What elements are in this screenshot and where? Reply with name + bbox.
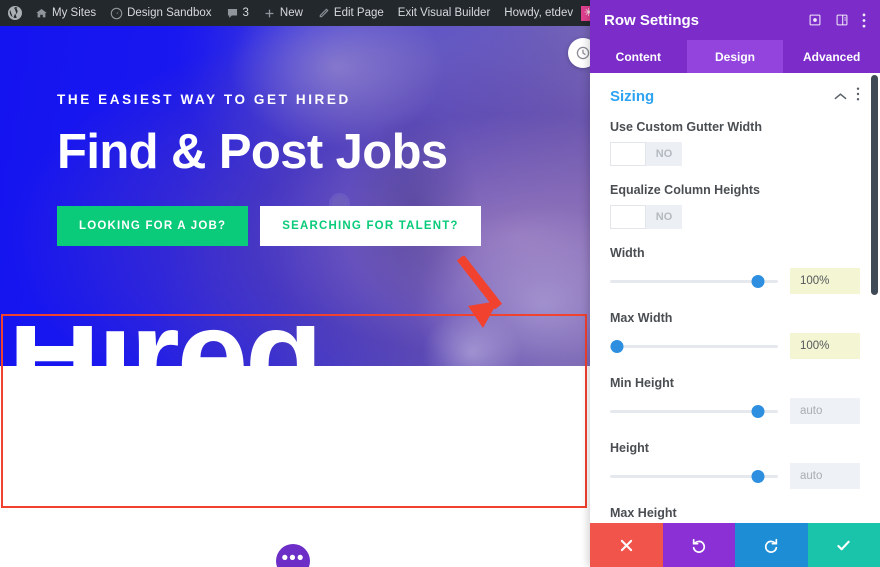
value-min-height[interactable]: auto [790, 398, 860, 424]
slider-row-max-width: 100% [610, 333, 860, 359]
undo-button[interactable] [662, 523, 735, 567]
wordpress-logo-icon [7, 5, 23, 21]
section-header-sizing[interactable]: Sizing [610, 85, 860, 120]
section-tools-sizing [834, 87, 860, 106]
toggle-equalize-column-heights[interactable]: NO [610, 205, 682, 229]
looking-for-a-job-button[interactable]: LOOKING FOR A JOB? [57, 206, 249, 246]
tab-content[interactable]: Content [590, 40, 687, 73]
value-height[interactable]: auto [790, 463, 860, 489]
hero-heading: Find & Post Jobs [57, 125, 448, 179]
slider-row-width: 100% [610, 268, 860, 294]
toggle-use-custom-gutter-width[interactable]: NO [610, 142, 682, 166]
hero-button-row: LOOKING FOR A JOB? SEARCHING FOR TALENT? [57, 206, 590, 246]
row-add-module-button[interactable]: ••• [276, 544, 310, 567]
redo-button[interactable] [735, 523, 808, 567]
label-min-height: Min Height [610, 376, 674, 390]
slider-max-width[interactable] [610, 338, 778, 354]
slider-handle-max-width[interactable] [610, 339, 624, 353]
big-word-row: Hired [0, 326, 590, 436]
plus-icon [263, 7, 276, 20]
builder-screen: THE EASIEST WAY TO GET HIRED Find & Post… [0, 0, 880, 567]
field-max-width: Max Width 100% [610, 311, 860, 359]
panel-header-icons [808, 12, 866, 28]
panel-scrollbar[interactable] [871, 75, 878, 295]
row-settings-panel: Row Settings Content Design Advanced Siz… [590, 0, 880, 567]
adminbar-label-new: New [279, 7, 303, 19]
searching-for-talent-button[interactable]: SEARCHING FOR TALENT? [260, 206, 481, 246]
more-vertical-icon[interactable] [862, 12, 866, 28]
panel-scroll-content: Sizing Use Custom Gutter Width NO Equali… [590, 73, 880, 523]
wp-admin-bar: My Sites Design Sandbox 3 New Edit Page … [0, 0, 623, 26]
panel-action-bar [590, 523, 880, 567]
field-height: Height auto [610, 441, 860, 489]
adminbar-item-design-sandbox[interactable]: Design Sandbox [103, 0, 218, 26]
chevron-up-icon[interactable] [834, 88, 847, 106]
slider-handle-width[interactable] [751, 274, 765, 288]
adminbar-account[interactable]: Howdy, etdev ✳ [497, 0, 603, 26]
adminbar-item-edit-page[interactable]: Edit Page [310, 0, 391, 26]
panel-tabs: Content Design Advanced [590, 40, 880, 73]
field-use-custom-gutter-width: Use Custom Gutter Width NO [610, 120, 860, 166]
label-max-width: Max Width [610, 311, 673, 325]
adminbar-item-my-sites[interactable]: My Sites [28, 0, 103, 26]
pencil-icon [317, 7, 330, 20]
field-max-height: Max Height none [610, 506, 860, 523]
label-max-height: Max Height [610, 506, 677, 520]
label-use-custom-gutter-width: Use Custom Gutter Width [610, 120, 762, 134]
toggle-value-equalize-column-heights: NO [655, 211, 673, 223]
hero-eyebrow: THE EASIEST WAY TO GET HIRED [57, 92, 351, 107]
big-word-text: Hired [8, 326, 323, 427]
value-max-width[interactable]: 100% [790, 333, 860, 359]
slider-handle-height[interactable] [751, 469, 765, 483]
field-min-height: Min Height auto [610, 376, 860, 424]
page-canvas: THE EASIEST WAY TO GET HIRED Find & Post… [0, 26, 590, 567]
adminbar-item-new[interactable]: New [256, 0, 310, 26]
field-equalize-column-heights: Equalize Column Heights NO [610, 183, 860, 229]
panel-body: Sizing Use Custom Gutter Width NO Equali… [590, 73, 880, 523]
label-width: Width [610, 246, 645, 260]
tab-advanced[interactable]: Advanced [783, 40, 880, 73]
layout-icon[interactable] [835, 13, 849, 27]
slider-track [610, 344, 778, 348]
hero-section: THE EASIEST WAY TO GET HIRED Find & Post… [0, 26, 590, 366]
adminbar-howdy-label: Howdy, etdev [504, 7, 574, 19]
adminbar-wp-logo[interactable] [0, 0, 28, 26]
sites-icon [35, 7, 48, 20]
slider-min-height[interactable] [610, 403, 778, 419]
target-icon[interactable] [808, 13, 822, 27]
slider-width[interactable] [610, 273, 778, 289]
field-width: Width 100% [610, 246, 860, 294]
adminbar-label-edit-page: Edit Page [333, 7, 384, 19]
section-more-vertical-icon[interactable] [856, 87, 860, 106]
slider-handle-min-height[interactable] [751, 404, 765, 418]
hero-content: THE EASIEST WAY TO GET HIRED Find & Post… [0, 26, 590, 246]
adminbar-label-my-sites: My Sites [52, 7, 97, 19]
panel-header: Row Settings [590, 0, 880, 40]
section-title-sizing: Sizing [610, 88, 655, 105]
toggle-value-use-custom-gutter-width: NO [655, 148, 673, 160]
toggle-knob [610, 205, 646, 229]
adminbar-label-exit-visual-builder: Exit Visual Builder [397, 7, 491, 19]
cancel-button[interactable] [590, 523, 663, 567]
slider-row-min-height: auto [610, 398, 860, 424]
adminbar-label-comment-count: 3 [242, 7, 249, 19]
adminbar-item-exit-visual-builder[interactable]: Exit Visual Builder [391, 0, 497, 26]
panel-title: Row Settings [604, 11, 700, 29]
value-width[interactable]: 100% [790, 268, 860, 294]
dashboard-icon [110, 7, 123, 20]
slider-row-height: auto [610, 463, 860, 489]
toggle-knob [610, 142, 646, 166]
label-equalize-column-heights: Equalize Column Heights [610, 183, 761, 197]
save-button[interactable] [807, 523, 880, 567]
comment-icon [226, 7, 239, 20]
adminbar-label-design-sandbox: Design Sandbox [127, 7, 212, 19]
tab-design[interactable]: Design [686, 40, 784, 73]
label-height: Height [610, 441, 649, 455]
slider-height[interactable] [610, 468, 778, 484]
adminbar-item-comments[interactable]: 3 [219, 0, 256, 26]
